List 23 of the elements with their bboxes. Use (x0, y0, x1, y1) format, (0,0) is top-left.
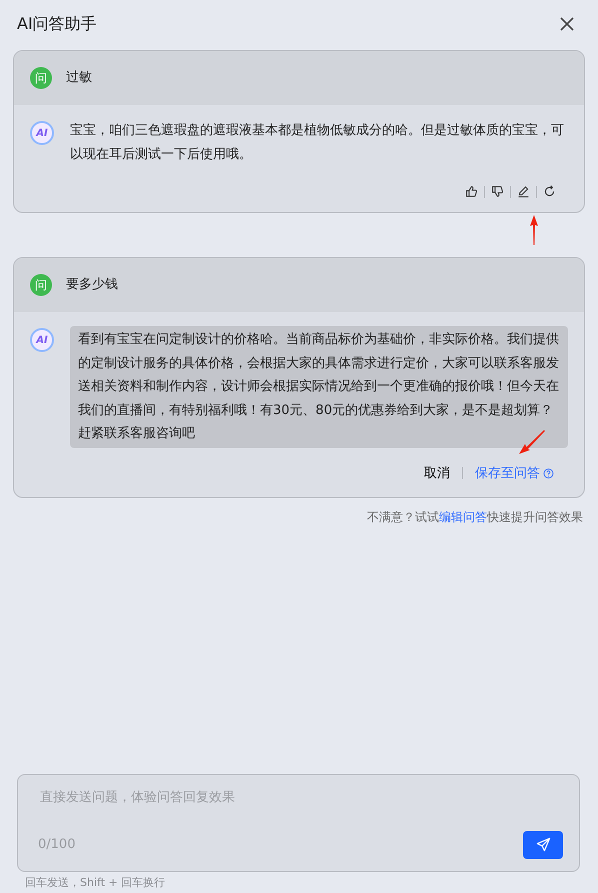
ai-avatar: AI (30, 328, 54, 352)
shortcut-hint: 回车发送，Shift + 回车换行 (24, 874, 166, 890)
question-avatar: 问 (30, 274, 52, 296)
question-text: 要多少钱 (66, 276, 118, 294)
message-input[interactable]: 直接发送问题，体验问答回复效果 (38, 787, 563, 808)
send-button[interactable] (523, 830, 563, 858)
feedback-hint: 不满意？试试编辑问答快速提升问答效果 (366, 509, 584, 526)
answer-text: 宝宝，咱们三色遮瑕盘的遮瑕液基本都是植物低敏成分的哈。但是过敏体质的宝宝，可以现在耳后测试一下后使用哦。 (70, 122, 565, 164)
ai-avatar: AI (30, 121, 54, 145)
thumbs-down-icon (491, 185, 504, 198)
question-text: 过敏 (66, 69, 92, 88)
refresh-icon (543, 185, 556, 198)
question-avatar: 问 (30, 67, 52, 89)
pencil-icon (517, 185, 530, 198)
answer-edit-field[interactable]: 看到有宝宝在问定制设计的价格哈。当前商品标价为基础价，非实际价格。我们提供的定制设计服务的具体价格，会根据大家的具体需求进行定价，大家可以联系客服发送相关资料和制作内容，设计师会根据实际情况给到一个更准确的报价哦！但今天在我们的直播间，有特别福利哦！有30元、80元的优惠券给到大家，是不是超划算？赶紧联系客服咨询吧 (70, 326, 568, 448)
window-title: AI问答助手 (17, 13, 97, 35)
thumbs-up-icon (465, 185, 478, 198)
help-icon (543, 468, 554, 479)
edit-qa-link[interactable]: 编辑问答 (439, 510, 487, 524)
close-icon (559, 16, 575, 32)
character-counter: 0/100 (38, 836, 76, 854)
send-icon (536, 837, 550, 852)
cancel-button[interactable]: 取消 (418, 464, 462, 483)
